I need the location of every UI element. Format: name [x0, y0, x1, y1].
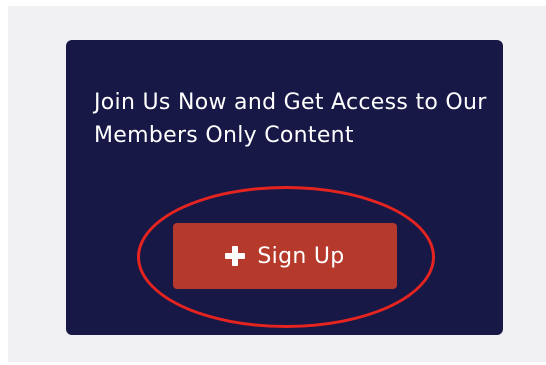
page: Join Us Now and Get Access to Our Member…	[0, 0, 546, 365]
sign-up-button[interactable]: Sign Up	[173, 223, 397, 289]
promo-message: Join Us Now and Get Access to Our Member…	[94, 90, 487, 148]
sign-up-label: Sign Up	[257, 243, 345, 269]
plus-icon	[225, 246, 246, 266]
membership-promo-card: Join Us Now and Get Access to Our Member…	[66, 40, 503, 335]
